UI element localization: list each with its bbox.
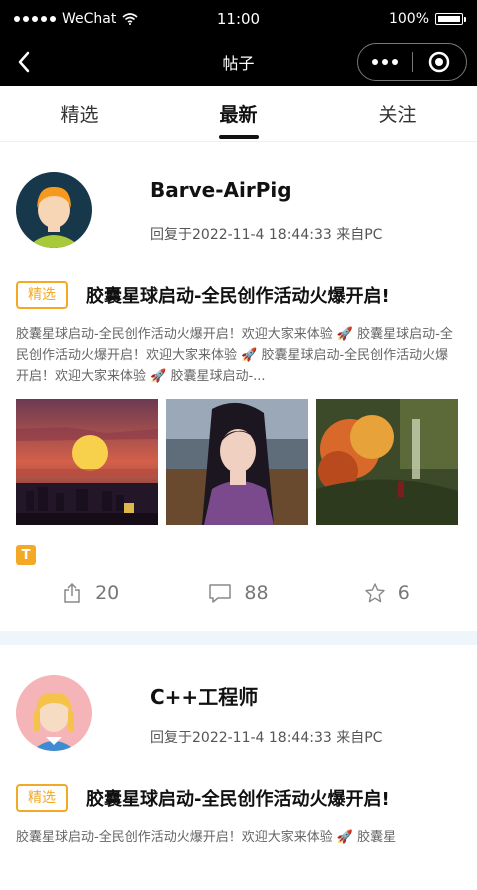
avatar[interactable] xyxy=(16,675,92,751)
post-title[interactable]: 胶囊星球启动-全民创作活动火爆开启! xyxy=(86,282,390,308)
tab-bar: 精选 最新 关注 xyxy=(0,86,477,142)
post-images xyxy=(16,399,461,525)
post-card[interactable]: C++工程师 回复于2022-11-4 18:44:33 来自PC 精选 胶囊星… xyxy=(0,645,477,890)
back-icon xyxy=(18,51,30,73)
post-card[interactable]: Barve-AirPig 回复于2022-11-4 18:44:33 来自PC … xyxy=(0,142,477,617)
share-button[interactable]: 20 xyxy=(16,582,164,604)
battery-icon xyxy=(435,13,466,25)
post-meta: 回复于2022-11-4 18:44:33 来自PC xyxy=(150,227,383,243)
star-icon xyxy=(365,583,385,603)
featured-badge: 精选 xyxy=(16,784,68,812)
post-title[interactable]: 胶囊星球启动-全民创作活动火爆开启! xyxy=(86,785,390,811)
battery-percent: 100% xyxy=(388,11,429,27)
tab-following[interactable]: 关注 xyxy=(318,86,477,141)
page-title: 帖子 xyxy=(222,54,255,73)
post-actions: 20 88 6 xyxy=(16,569,461,617)
nav-bar: 帖子 xyxy=(0,38,477,86)
star-button[interactable]: 6 xyxy=(313,582,461,604)
featured-badge: 精选 xyxy=(16,281,68,309)
close-capsule-button[interactable] xyxy=(413,51,467,73)
avatar[interactable] xyxy=(16,172,92,248)
comment-count: 88 xyxy=(244,582,269,604)
post-meta: 回复于2022-11-4 18:44:33 来自PC xyxy=(150,730,383,746)
username[interactable]: C++工程师 xyxy=(150,681,258,710)
tab-featured[interactable]: 精选 xyxy=(0,86,159,141)
more-icon xyxy=(371,59,378,65)
status-bar: WeChat 11:00 100% xyxy=(0,0,477,38)
comment-button[interactable]: 88 xyxy=(164,582,312,604)
post-divider xyxy=(0,631,477,645)
post-image-sunset[interactable] xyxy=(16,399,158,525)
tab-latest[interactable]: 最新 xyxy=(159,86,318,141)
carrier-label: WeChat xyxy=(62,11,117,27)
wifi-icon xyxy=(122,13,138,25)
signal-icon xyxy=(14,16,56,22)
post-image-forest[interactable] xyxy=(316,399,458,525)
post-excerpt: 胶囊星球启动-全民创作活动火爆开启！欢迎大家来体验 🚀 胶囊星 xyxy=(16,830,397,845)
comment-icon xyxy=(209,584,232,603)
capsule-menu xyxy=(357,43,467,81)
post-image-character[interactable] xyxy=(166,399,308,525)
share-icon xyxy=(64,582,80,603)
share-count: 20 xyxy=(95,582,120,604)
post-list: Barve-AirPig 回复于2022-11-4 18:44:33 来自PC … xyxy=(0,142,477,890)
more-button[interactable] xyxy=(358,59,412,65)
username[interactable]: Barve-AirPig xyxy=(150,178,292,202)
back-button[interactable] xyxy=(10,48,38,76)
post-excerpt: 胶囊星球启动-全民创作活动火爆开启！欢迎大家来体验 🚀 胶囊星球启动-全民创作活… xyxy=(16,327,453,384)
close-capsule-icon xyxy=(429,51,450,73)
star-count: 6 xyxy=(397,582,410,604)
t-icon: T xyxy=(16,545,36,565)
